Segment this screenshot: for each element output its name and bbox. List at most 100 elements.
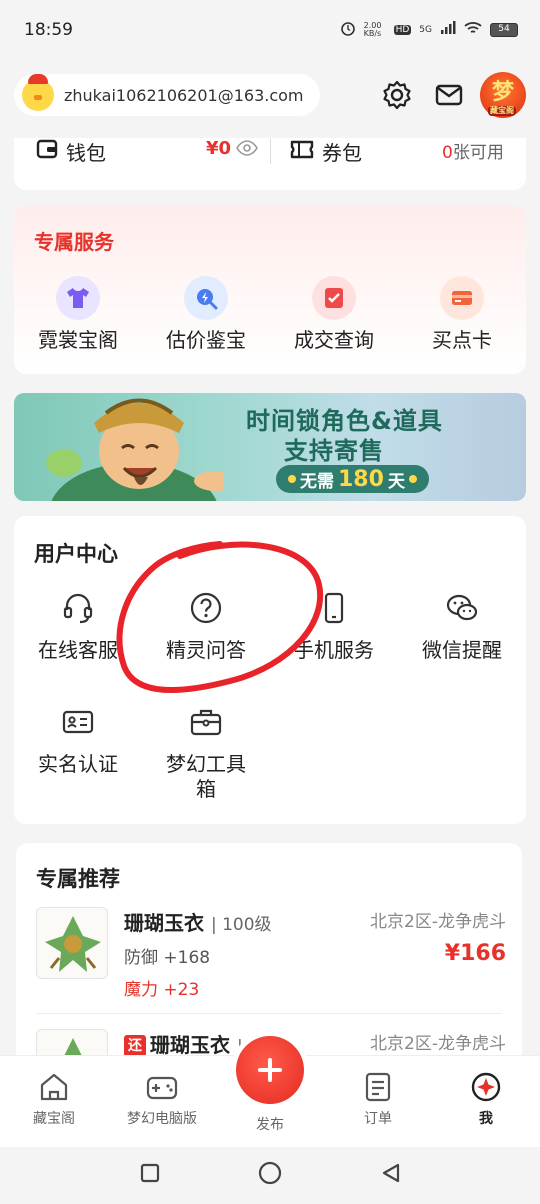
status-time: 18:59 [24,20,73,40]
dot-icon [408,475,417,483]
banner-pill: 无需 180 天 [276,465,429,493]
home-circle-icon[interactable] [258,1161,282,1189]
red-annotation-circle [116,541,323,693]
exclusive-services-title: 专属服务 [34,230,114,254]
wifi-icon [464,21,482,38]
account-email: zhukai1062106201@163.com [64,85,304,105]
exclusive-services-card: 专属服务 霓裳宝阁 估价鉴宝 成交查询 买点卡 [14,206,526,374]
user-item-label: 实名认证 [38,752,118,776]
tshirt-icon [56,276,100,320]
promo-banner[interactable]: 时间锁角色&道具 支持寄售 无需 180 天 [14,393,526,501]
service-deal-query[interactable]: 成交查询 [270,276,398,353]
service-nishang[interactable]: 霓裳宝阁 [14,276,142,353]
header: zhukai1062106201@163.com 梦 藏宝阁 [0,62,540,138]
coupon-count-text: 0张可用 [442,138,504,163]
tab-label: 藏宝阁 [33,1111,75,1127]
mail-icon[interactable] [432,78,466,112]
wallet-card: 钱包 ¥0 券包 0张可用 [14,138,526,190]
coupon-suffix: 张可用 [452,143,504,163]
headset-icon [56,586,100,630]
eye-icon[interactable] [236,140,258,160]
user-center-title: 用户中心 [34,542,118,566]
wallet-label: 钱包 [66,140,106,165]
return-tag: 还 [124,1035,146,1057]
item-stat-magic: 魔力 +23 [124,980,200,1000]
wallet-icon [36,138,58,165]
toolbox-icon [184,700,228,744]
tab-pc-version[interactable]: 梦幻电脑版 [108,1070,216,1128]
alarm-icon [340,20,356,39]
coupon-count: 0 [442,143,453,163]
signal-5g: 5G [419,24,432,35]
banner-line2: 支持寄售 [284,437,384,465]
user-item-wechat[interactable]: 微信提醒 [398,586,526,663]
publish-plus-button[interactable] [236,1036,304,1104]
tab-label: 梦幻电脑版 [127,1111,197,1127]
account-pill[interactable]: zhukai1062106201@163.com [14,74,320,116]
home-icon [37,1070,71,1104]
dot-icon [288,475,296,483]
service-label: 成交查询 [294,328,374,352]
user-item-toolbox[interactable]: 梦幻工具箱 [142,700,270,802]
user-avatar[interactable]: 梦 藏宝阁 [480,72,526,118]
item-price: ¥166 [444,941,506,966]
coupon-label: 券包 [322,140,362,165]
gamepad-icon [145,1070,179,1104]
service-appraise[interactable]: 估价鉴宝 [142,276,270,353]
user-item-label: 梦幻工具箱 [166,752,246,801]
recommend-divider [36,1013,502,1014]
item-name: 珊瑚玉衣 [150,1033,230,1057]
service-buy-card[interactable]: 买点卡 [398,276,526,353]
item-stat-defense: 防御 +168 [124,948,211,968]
service-label: 买点卡 [432,328,492,352]
coupon-icon [290,138,314,165]
banner-pill-number: 180 [338,466,384,492]
banner-pill-suffix: 天 [387,471,405,492]
deal-query-icon [312,276,356,320]
service-label: 估价鉴宝 [166,328,246,352]
wallet-divider [270,138,271,164]
back-triangle-icon[interactable] [380,1162,402,1188]
item-server: 北京2区-龙争虎斗 [370,912,506,932]
tab-label: 我 [479,1111,493,1127]
item-level: | 100级 [210,915,272,935]
recents-square-icon[interactable] [140,1163,160,1187]
tab-orders[interactable]: 订单 [324,1070,432,1128]
tab-home[interactable]: 藏宝阁 [0,1070,108,1128]
recommend-item[interactable]: 珊瑚玉衣 | 100级 防御 +168 魔力 +23 北京2区-龙争虎斗 ¥16… [36,907,506,1017]
card-icon [440,276,484,320]
item-name: 珊瑚玉衣 [124,911,204,935]
item-name-line: 珊瑚玉衣 | 100级 [124,907,272,936]
me-icon [469,1070,503,1104]
appraise-icon [184,276,228,320]
battery-icon: 54 [490,22,518,37]
avatar-sub: 藏宝阁 [488,106,516,116]
avatar-text: 梦 [491,80,514,105]
order-icon [361,1070,395,1104]
banner-character-illustration [46,398,224,501]
tab-label: 订单 [364,1111,392,1127]
settings-gear-icon[interactable] [380,78,414,112]
recommend-title: 专属推荐 [36,867,120,891]
publish-label: 发布 [256,1117,284,1133]
status-bar: 18:59 2.00 KB/s HD 5G 54 [0,0,540,62]
wallet-entry[interactable]: 钱包 [36,138,106,165]
chick-avatar-icon [22,74,54,111]
item-server: 北京2区-龙争虎斗 [370,1034,506,1054]
signal-icon [440,21,456,38]
service-label: 霓裳宝阁 [38,328,118,352]
system-nav-bar [0,1147,540,1204]
user-item-label: 微信提醒 [422,638,502,662]
coupon-entry[interactable]: 券包 [290,138,362,165]
item-thumbnail [36,907,108,979]
banner-pill-prefix: 无需 [300,471,334,492]
hd-badge: HD [393,24,412,35]
wallet-amount: ¥0 [206,138,232,159]
item-name-line: 还珊瑚玉衣 | [124,1029,243,1058]
user-item-realname[interactable]: 实名认证 [14,700,142,777]
id-card-icon [56,700,100,744]
status-icons: 2.00 KB/s HD 5G 54 [340,20,518,39]
wechat-icon [440,586,484,630]
net-speed: 2.00 KB/s [363,20,382,38]
tab-me[interactable]: 我 [432,1070,540,1128]
